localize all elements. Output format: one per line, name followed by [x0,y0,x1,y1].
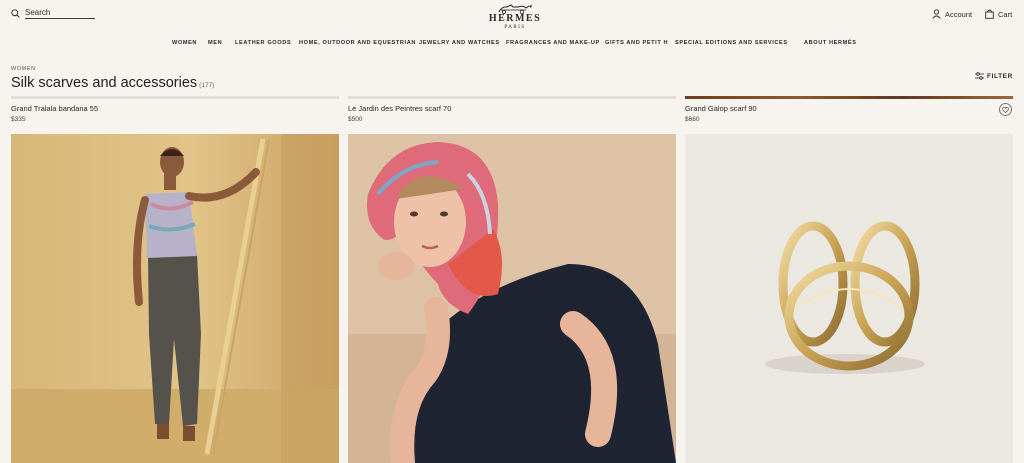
product-name[interactable]: Grand Galop scarf 90 [685,104,757,113]
sliders-icon [975,72,984,80]
nav-item-home-outdoor-equestrian[interactable]: HOME, OUTDOOR AND EQUESTRIAN [299,40,416,46]
nav-item-about-hermes[interactable]: ABOUT HERMÈS [804,40,857,46]
breadcrumb[interactable]: WOMEN [11,66,36,72]
model-headscarf-illustration [348,134,676,463]
cart-label: Cart [998,9,1013,19]
product-image-model-headscarf[interactable] [348,134,676,463]
nav-item-leather-goods[interactable]: LEATHER GOODS [235,40,291,46]
account-link[interactable]: Account [932,9,972,19]
search-icon[interactable] [11,9,20,18]
product-name[interactable]: Le Jardin des Peintres scarf 70 [348,104,451,113]
hermes-logo[interactable]: HERMES PARIS [470,2,560,31]
filter-button[interactable]: FILTER [975,72,1013,80]
page-title: Silk scarves and accessories (177) [11,75,214,91]
shopping-bag-icon [985,9,994,19]
account-label: Account [945,9,973,19]
nav-item-men[interactable]: MEN [208,40,222,46]
nav-item-fragrances-makeup[interactable]: FRAGRANCES AND MAKE-UP [506,40,600,46]
logo-city: PARIS [504,25,526,30]
product-image-scarf-ring[interactable] [685,134,1013,463]
scarf-ring-illustration [685,134,1013,463]
product-image-model-bandana[interactable] [11,134,339,463]
nav-item-gifts-petit-h[interactable]: GIFTS AND PETIT H [605,40,668,46]
logo-brand: HERMES [488,13,542,24]
header: HERMES PARIS Account Cart [0,0,1024,36]
product-name[interactable]: Grand Tralala bandana 55 [11,104,98,113]
main-nav: WOMEN MEN LEATHER GOODS HOME, OUTDOOR AN… [0,40,1024,50]
product-image-strip [11,96,339,99]
model-bandana-illustration [11,134,339,463]
nav-item-special-editions[interactable]: SPECIAL EDITIONS AND SERVICES [675,40,788,46]
favorite-button[interactable] [999,103,1012,116]
nav-item-jewelry-watches[interactable]: JEWELRY AND WATCHES [419,40,500,46]
product-price: $500 [348,116,363,123]
product-price: $335 [11,116,26,123]
user-icon [932,9,941,19]
page-title-text: Silk scarves and accessories [11,75,198,91]
heart-icon [1002,106,1009,113]
result-count: (177) [199,82,215,89]
product-image-strip [348,96,676,99]
product-image-strip [685,96,1013,99]
search-input[interactable] [25,8,95,19]
search-bar[interactable] [11,8,95,19]
cart-link[interactable]: Cart [985,9,1012,19]
filter-label: FILTER [987,72,1013,80]
nav-item-women[interactable]: WOMEN [172,40,197,46]
product-price: $660 [685,116,700,123]
